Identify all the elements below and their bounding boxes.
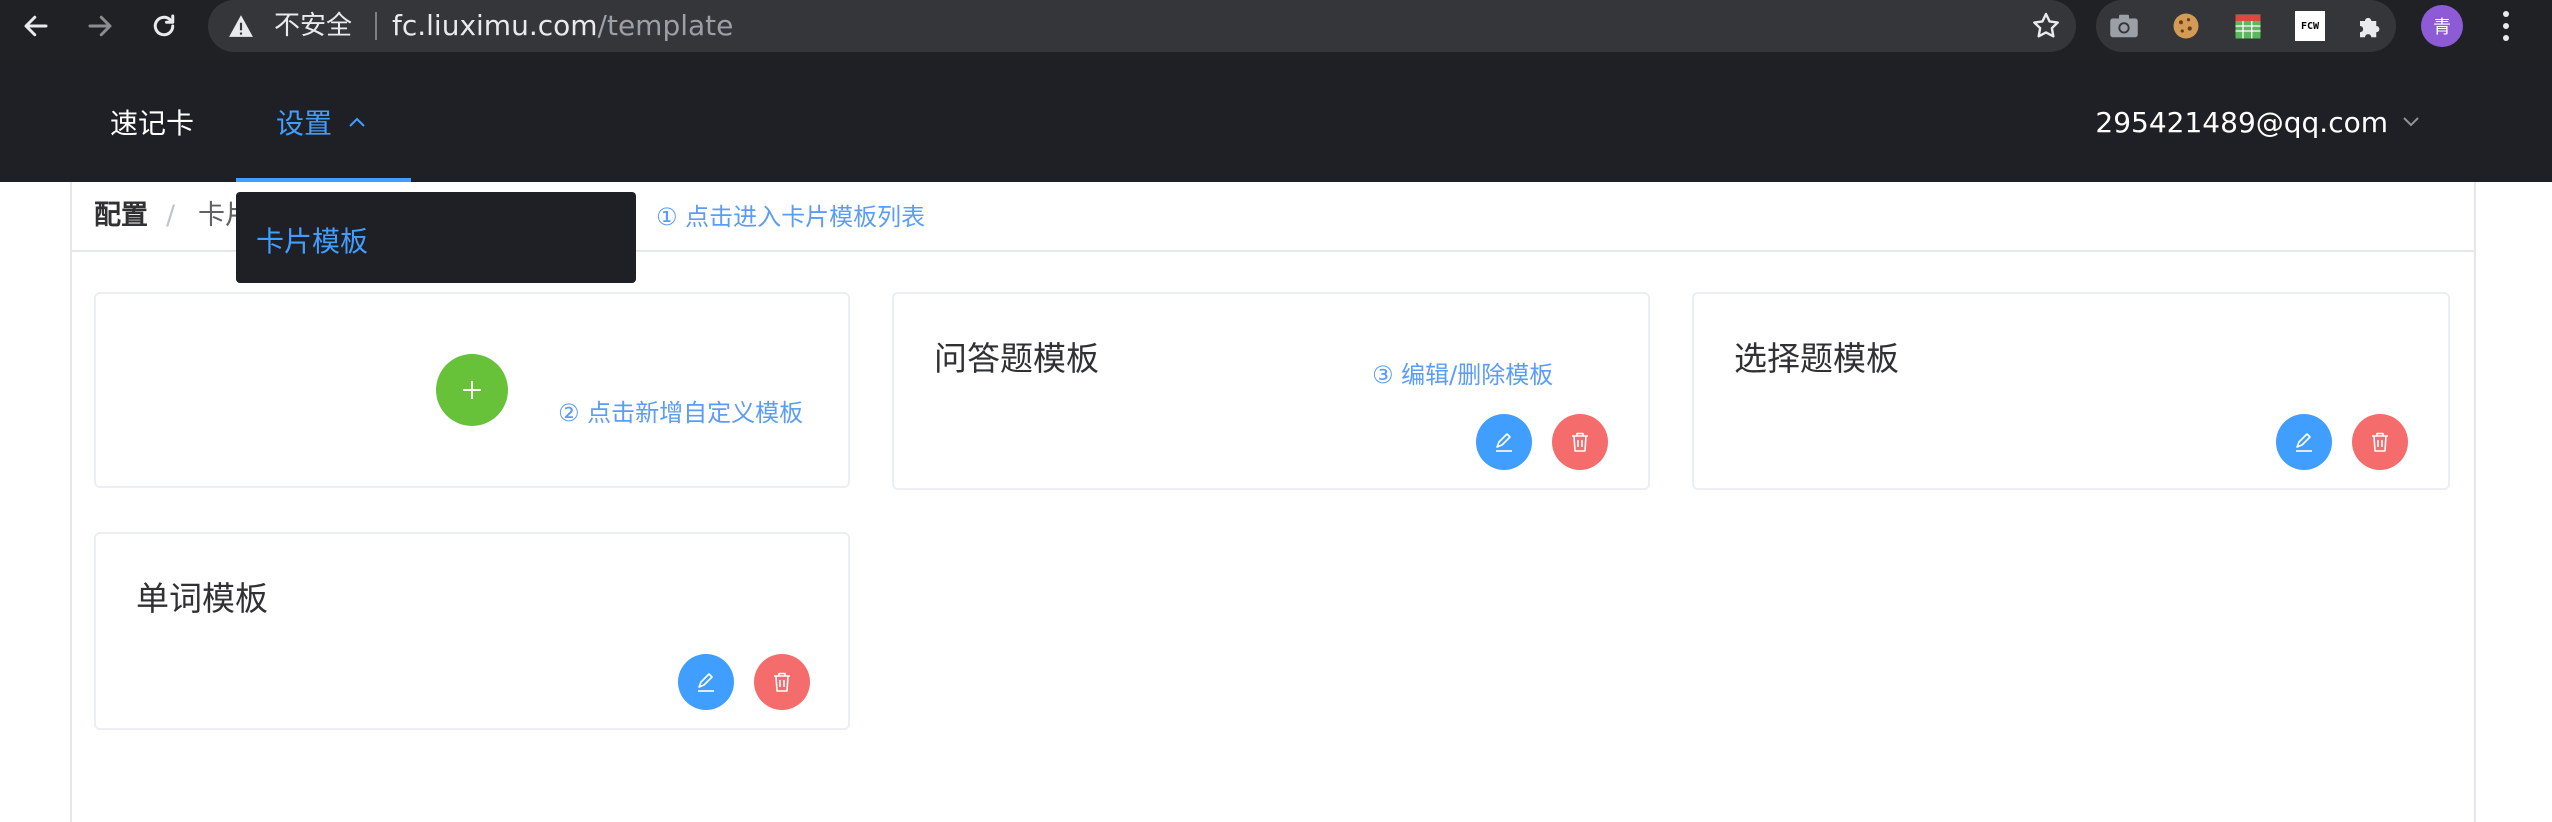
template-card: 问答题模板 ③ 编辑/删除模板: [892, 292, 1650, 490]
delete-button[interactable]: [2352, 414, 2408, 470]
fcw-icon[interactable]: FCW: [2294, 10, 2326, 42]
address-bar[interactable]: 不安全 fc.liuximu.com/template: [208, 0, 2076, 52]
hint-step-1: ① 点击进入卡片模板列表: [656, 203, 926, 231]
arrow-left-icon: [24, 15, 48, 37]
browser-menu-icon[interactable]: [2494, 8, 2518, 44]
edit-icon: [698, 673, 714, 692]
template-card: 单词模板: [94, 532, 850, 730]
account-menu[interactable]: 295421489@qq.com: [2095, 62, 2420, 182]
nav-item-label: 速记卡: [110, 107, 195, 140]
fcw-label: FCW: [2295, 11, 2325, 41]
profile-avatar[interactable]: 青: [2421, 5, 2463, 47]
template-card: 选择题模板: [1692, 292, 2450, 490]
hint-step-2: ② 点击新增自定义模板: [558, 399, 804, 427]
url-text[interactable]: fc.liuximu.com/template: [392, 10, 733, 42]
edit-icon: [2296, 433, 2312, 452]
trash-icon: [1572, 432, 1588, 452]
cookie-icon[interactable]: [2170, 10, 2202, 42]
nav-item-flashcards[interactable]: 速记卡: [110, 62, 194, 182]
back-button[interactable]: [10, 0, 62, 52]
extensions-area: FCW: [2096, 0, 2396, 52]
url-path: /template: [597, 9, 734, 42]
edit-button[interactable]: [1476, 414, 1532, 470]
camera-icon[interactable]: [2108, 10, 2140, 42]
arrow-right-icon: [88, 15, 112, 37]
forward-button[interactable]: [74, 0, 126, 52]
warning-icon: [229, 15, 253, 37]
breadcrumb-separator: /: [166, 200, 176, 231]
reload-button[interactable]: [138, 0, 190, 52]
account-email: 295421489@qq.com: [2095, 105, 2388, 139]
chevron-down-icon: [2403, 117, 2419, 127]
reload-icon: [153, 14, 175, 37]
add-template-card: ② 点击新增自定义模板: [94, 292, 850, 488]
edit-button[interactable]: [678, 654, 734, 710]
url-host: fc.liuximu.com: [392, 9, 598, 42]
edit-button[interactable]: [2276, 414, 2332, 470]
template-title: 选择题模板: [1734, 339, 1899, 378]
chevron-up-icon: [349, 117, 365, 127]
template-title: 单词模板: [136, 579, 268, 618]
calendar-sheet-icon[interactable]: [2232, 10, 2264, 42]
bookmark-star-icon[interactable]: [2030, 10, 2062, 42]
trash-icon: [2372, 432, 2388, 452]
dropdown-item-card-templates[interactable]: 卡片模板: [256, 220, 368, 260]
hint-step-3: ③ 编辑/删除模板: [1372, 361, 1554, 389]
trash-icon: [774, 672, 790, 692]
add-template-button[interactable]: [436, 354, 508, 426]
divider: [375, 12, 377, 40]
browser-toolbar: 不安全 fc.liuximu.com/template FCW 青: [0, 0, 2552, 62]
settings-dropdown: 卡片模板: [236, 192, 636, 283]
puzzle-icon[interactable]: [2354, 10, 2386, 42]
app-header: 速记卡 设置 295421489@qq.com: [0, 62, 2552, 182]
delete-button[interactable]: [754, 654, 810, 710]
security-label[interactable]: 不安全: [274, 11, 352, 41]
nav-item-label: 设置: [276, 107, 333, 140]
nav-item-settings[interactable]: 设置: [236, 62, 411, 182]
edit-icon: [1496, 433, 1512, 452]
breadcrumb-root[interactable]: 配置: [94, 200, 148, 232]
plus-icon: [463, 381, 481, 399]
delete-button[interactable]: [1552, 414, 1608, 470]
template-title: 问答题模板: [934, 339, 1099, 378]
